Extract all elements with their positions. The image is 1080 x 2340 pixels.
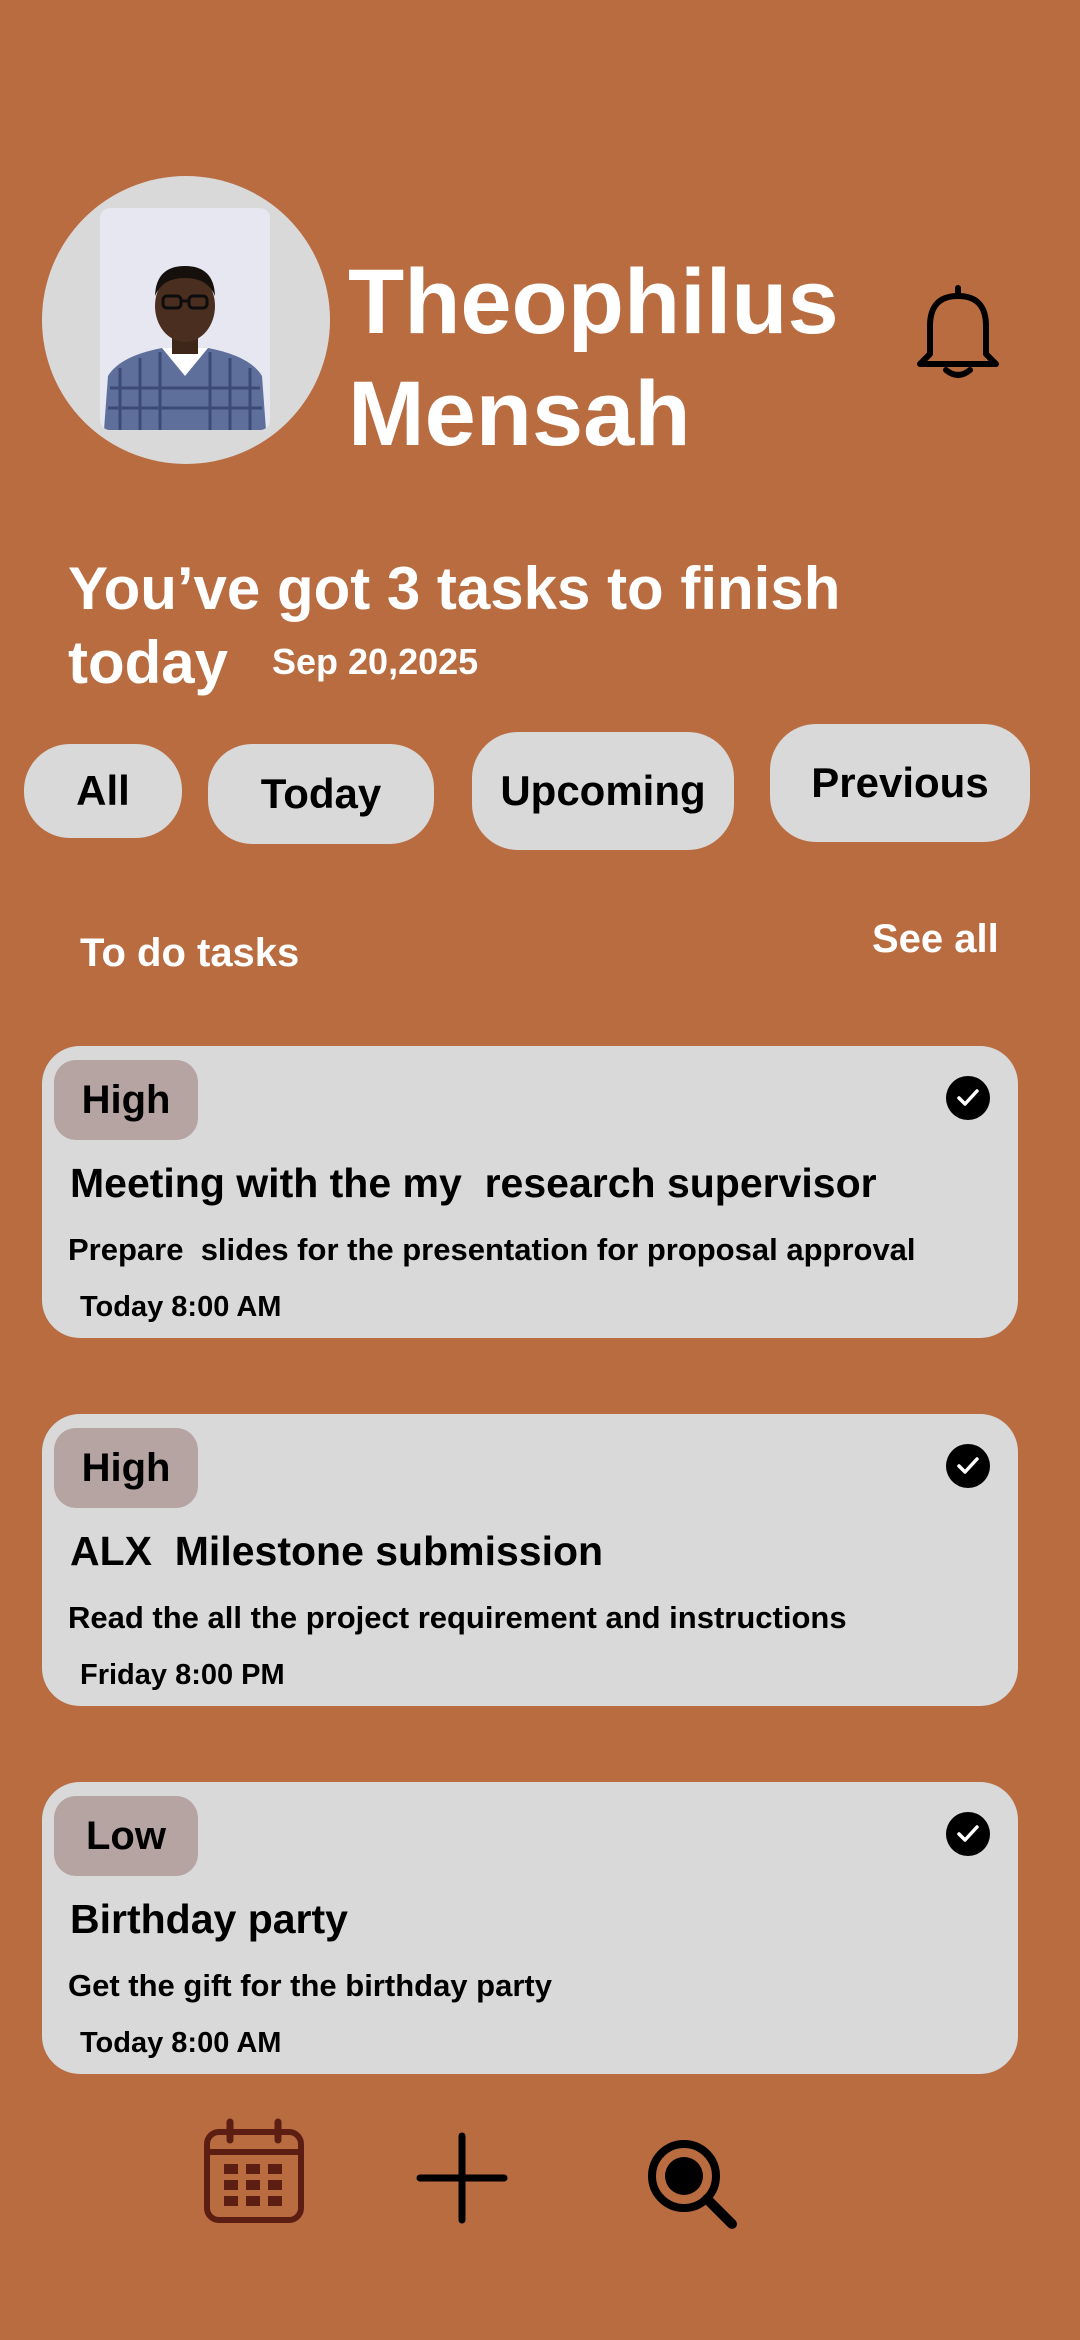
check-circle-icon[interactable] bbox=[946, 1812, 990, 1856]
task-card[interactable]: High ALX Milestone submission Read the a… bbox=[42, 1414, 1018, 1706]
bell-icon[interactable] bbox=[912, 280, 1004, 380]
user-name: Theophilus Mensah bbox=[348, 251, 839, 465]
task-description: Read the all the project requirement and… bbox=[68, 1600, 847, 1635]
task-time: Today 8:00 AM bbox=[80, 1291, 282, 1323]
task-title: ALX Milestone submission bbox=[70, 1528, 604, 1574]
tasks-summary-heading: You’ve got 3 tasks to finish today bbox=[68, 555, 841, 696]
task-card[interactable]: High Meeting with the my research superv… bbox=[42, 1046, 1018, 1338]
priority-badge: Low bbox=[54, 1796, 198, 1876]
filter-previous-button[interactable]: Previous bbox=[770, 724, 1030, 842]
see-all-link[interactable]: See all bbox=[872, 914, 999, 964]
filter-all-button[interactable]: All bbox=[24, 744, 182, 838]
section-title: To do tasks bbox=[80, 931, 300, 975]
task-time: Today 8:00 AM bbox=[80, 2027, 282, 2059]
filter-today-button[interactable]: Today bbox=[208, 744, 434, 844]
task-time: Friday 8:00 PM bbox=[80, 1659, 285, 1691]
priority-badge: High bbox=[54, 1060, 198, 1140]
calendar-icon[interactable] bbox=[202, 2118, 306, 2226]
task-description: Get the gift for the birthday party bbox=[68, 1968, 552, 2003]
task-description: Prepare slides for the presentation for … bbox=[68, 1232, 916, 1267]
check-circle-icon[interactable] bbox=[946, 1076, 990, 1120]
current-date: Sep 20,2025 bbox=[272, 641, 479, 682]
plus-icon[interactable] bbox=[416, 2132, 508, 2224]
task-title: Meeting with the my research supervisor bbox=[70, 1160, 877, 1206]
task-title: Birthday party bbox=[70, 1896, 348, 1942]
search-icon[interactable] bbox=[644, 2136, 740, 2232]
priority-badge: High bbox=[54, 1428, 198, 1508]
avatar-photo bbox=[100, 208, 270, 430]
check-circle-icon[interactable] bbox=[946, 1444, 990, 1488]
filter-upcoming-button[interactable]: Upcoming bbox=[472, 732, 734, 850]
task-card[interactable]: Low Birthday party Get the gift for the … bbox=[42, 1782, 1018, 2074]
